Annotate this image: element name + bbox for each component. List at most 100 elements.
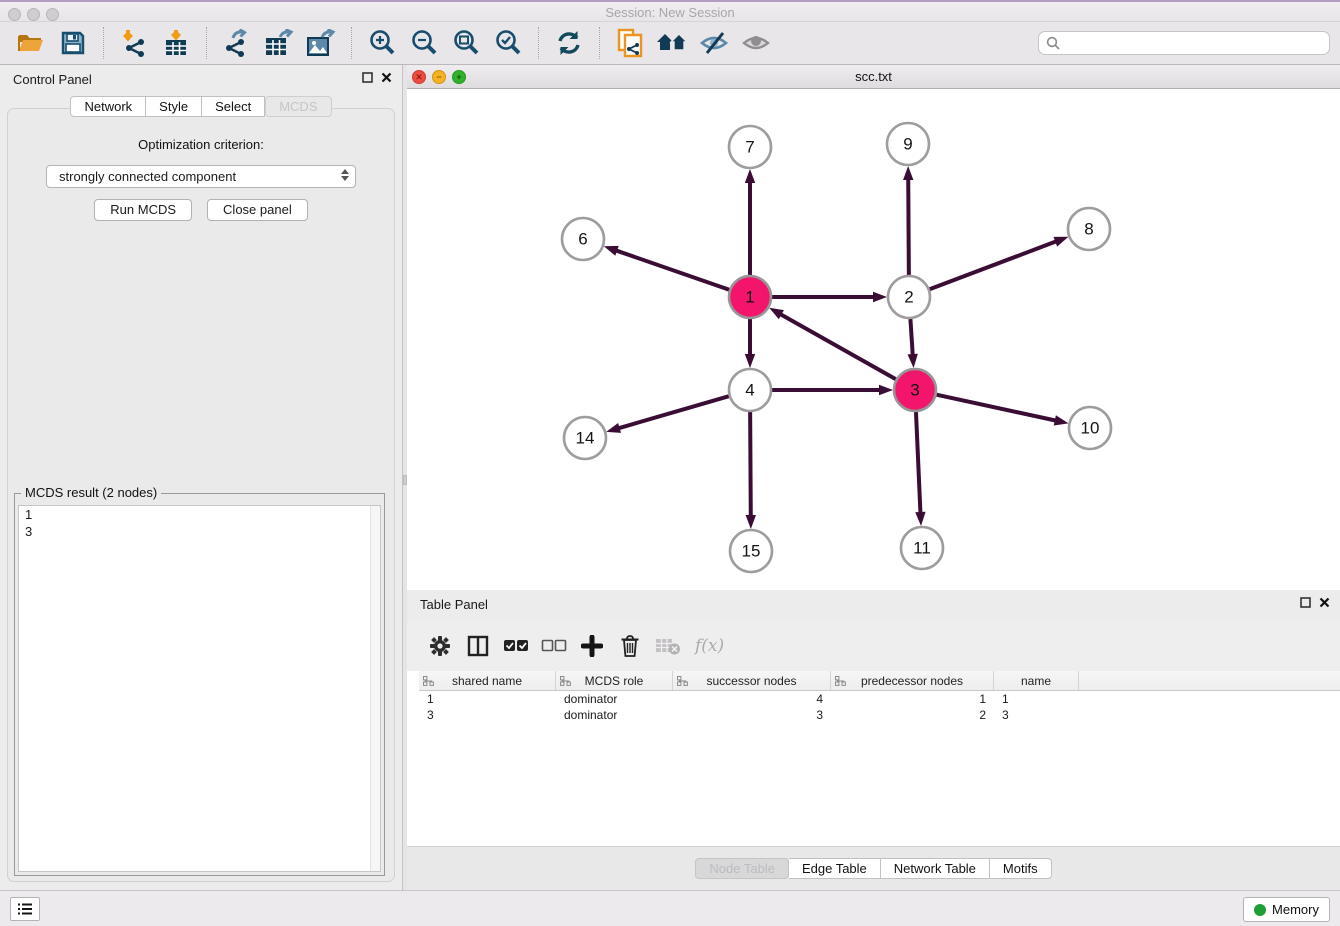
toolbar-separator — [538, 27, 539, 59]
refresh-icon[interactable] — [552, 26, 586, 60]
window-titlebar: Session: New Session — [0, 0, 1340, 22]
float-table-panel-icon[interactable] — [1300, 597, 1311, 608]
tab-select[interactable]: Select — [202, 96, 265, 117]
control-panel-header: Control Panel — [0, 65, 402, 93]
export-table-icon[interactable] — [262, 26, 296, 60]
cell-successor-nodes: 3 — [673, 708, 831, 722]
tab-mcds[interactable]: MCDS — [265, 96, 331, 117]
graph-edge-arrowhead — [604, 246, 619, 256]
import-network-icon[interactable] — [117, 26, 151, 60]
column-header-shared-name[interactable]: shared name — [419, 671, 556, 690]
network-graph[interactable]: 7968124314101511 — [407, 89, 1340, 589]
graph-edge-1-6[interactable] — [614, 250, 729, 290]
window-title: Session: New Session — [0, 5, 1340, 20]
column-header-mcds-role[interactable]: MCDS role — [556, 671, 673, 690]
result-scrollbar[interactable] — [370, 506, 380, 871]
show-all-icon[interactable] — [739, 26, 773, 60]
memory-button[interactable]: Memory — [1243, 897, 1330, 922]
graph-edge-2-9[interactable] — [908, 177, 909, 275]
zoom-in-icon[interactable] — [365, 26, 399, 60]
open-session-icon[interactable] — [14, 26, 48, 60]
close-panel-button[interactable]: Close panel — [207, 199, 308, 221]
zoom-selected-icon[interactable] — [491, 26, 525, 60]
graph-node-label: 10 — [1081, 419, 1100, 438]
apply-function-icon[interactable]: f(x) — [695, 636, 724, 656]
toolbar-separator — [206, 27, 207, 59]
graph-edge-4-15[interactable] — [750, 412, 751, 518]
add-column-icon[interactable] — [577, 631, 607, 661]
task-history-button[interactable] — [10, 897, 40, 921]
column-type-icon — [423, 676, 434, 686]
graph-node-label: 4 — [745, 381, 754, 400]
save-session-icon[interactable] — [56, 26, 90, 60]
column-header-successor-nodes[interactable]: successor nodes — [673, 671, 831, 690]
zoom-out-icon[interactable] — [407, 26, 441, 60]
network-canvas[interactable]: 7968124314101511 — [407, 89, 1340, 589]
memory-status-icon — [1254, 904, 1266, 916]
graph-edge-arrowhead — [746, 515, 756, 529]
close-table-panel-icon[interactable] — [1319, 597, 1330, 608]
graph-edge-3-10[interactable] — [936, 395, 1057, 421]
criterion-select[interactable]: strongly connected component — [46, 165, 356, 188]
table-row[interactable]: 3 dominator 3 2 3 — [419, 707, 1340, 723]
tab-style[interactable]: Style — [146, 96, 202, 117]
tab-motifs[interactable]: Motifs — [990, 858, 1052, 879]
table-row[interactable]: 1 dominator 4 1 1 — [419, 691, 1340, 707]
tab-network-table[interactable]: Network Table — [881, 858, 990, 879]
mcds-result-list[interactable]: 1 3 — [18, 505, 381, 872]
toggle-columns-icon[interactable] — [463, 631, 493, 661]
mcds-result-group: MCDS result (2 nodes) 1 3 — [14, 493, 385, 876]
criterion-value: strongly connected component — [59, 169, 236, 184]
cell-shared-name: 3 — [419, 708, 556, 722]
home-layout-icon[interactable] — [655, 26, 689, 60]
column-header-predecessor-nodes[interactable]: predecessor nodes — [831, 671, 994, 690]
run-mcds-button[interactable]: Run MCDS — [94, 199, 192, 221]
graph-edge-4-14[interactable] — [617, 396, 729, 429]
node-table: shared name MCDS role successor nodes pr… — [407, 671, 1340, 846]
new-network-from-selection-icon[interactable] — [613, 26, 647, 60]
graph-edge-3-11[interactable] — [916, 412, 921, 515]
graph-edge-arrowhead — [907, 354, 917, 368]
export-image-icon[interactable] — [304, 26, 338, 60]
graph-edge-2-3[interactable] — [910, 319, 912, 357]
graph-edge-arrowhead — [1053, 237, 1068, 247]
delete-columns-icon[interactable] — [615, 631, 645, 661]
table-panel: Table Panel f(x) — [407, 590, 1340, 890]
graph-edge-arrowhead — [915, 512, 925, 526]
graph-node-label: 6 — [578, 230, 587, 249]
graph-edge-2-8[interactable] — [930, 241, 1059, 290]
tab-edge-table[interactable]: Edge Table — [789, 858, 881, 879]
select-all-rows-icon[interactable] — [501, 631, 531, 661]
graph-node-label: 9 — [903, 135, 912, 154]
hide-selected-icon[interactable] — [697, 26, 731, 60]
network-window-titlebar[interactable]: ✕ − + scc.txt — [407, 65, 1340, 89]
main-toolbar — [0, 22, 1340, 65]
graph-edge-arrowhead — [769, 308, 784, 319]
cell-name: 3 — [994, 708, 1079, 722]
delete-table-icon[interactable] — [653, 631, 683, 661]
result-line: 1 — [19, 506, 380, 523]
graph-edge-arrowhead — [873, 292, 887, 302]
float-panel-icon[interactable] — [362, 72, 373, 83]
graph-edge-arrowhead — [903, 166, 913, 180]
optimization-criterion-label: Optimization criterion: — [8, 137, 394, 152]
table-column-headers: shared name MCDS role successor nodes pr… — [419, 671, 1340, 691]
deselect-all-rows-icon[interactable] — [539, 631, 569, 661]
search-field[interactable] — [1038, 31, 1330, 55]
graph-edge-3-1[interactable] — [779, 313, 896, 379]
table-settings-icon[interactable] — [425, 631, 455, 661]
network-view-window: ✕ − + scc.txt 7968124314101511 — [407, 65, 1340, 590]
graph-node-label: 8 — [1084, 220, 1093, 239]
tab-node-table[interactable]: Node Table — [695, 858, 789, 879]
zoom-fit-icon[interactable] — [449, 26, 483, 60]
graph-edge-arrowhead — [1054, 415, 1069, 425]
table-panel-header: Table Panel — [407, 590, 1340, 618]
graph-edge-arrowhead — [745, 354, 755, 368]
export-network-icon[interactable] — [220, 26, 254, 60]
close-panel-icon[interactable] — [381, 72, 392, 83]
import-table-icon[interactable] — [159, 26, 193, 60]
tab-network[interactable]: Network — [70, 96, 146, 117]
column-header-name[interactable]: name — [994, 671, 1079, 690]
search-input[interactable] — [1065, 36, 1322, 51]
toolbar-separator — [599, 27, 600, 59]
